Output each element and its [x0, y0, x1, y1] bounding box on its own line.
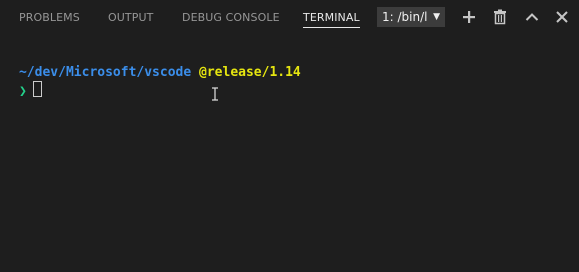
- close-panel-button[interactable]: [553, 8, 571, 26]
- chevron-down-icon: ▼: [433, 12, 440, 22]
- terminal-selector-value: 1: /bin/l: [382, 10, 428, 24]
- terminal-prompt-info-line: ~/dev/Microsoft/vscode @release/1.14: [19, 64, 301, 81]
- trash-icon: [494, 9, 506, 25]
- maximize-panel-button[interactable]: [523, 8, 541, 26]
- new-terminal-button[interactable]: [460, 8, 478, 26]
- tab-problems[interactable]: PROBLEMS: [19, 0, 80, 35]
- terminal-panel: PROBLEMS OUTPUT DEBUG CONSOLE TERMINAL 1…: [0, 0, 579, 272]
- terminal-git-branch: @release/1.14: [199, 65, 301, 80]
- kill-terminal-button[interactable]: [491, 8, 509, 26]
- tab-terminal[interactable]: TERMINAL: [303, 0, 360, 35]
- terminal-input-line[interactable]: ❯: [19, 81, 42, 99]
- tab-debug-console[interactable]: DEBUG CONSOLE: [182, 0, 280, 35]
- close-icon: [556, 11, 568, 23]
- terminal-cwd: ~/dev/Microsoft/vscode: [19, 65, 192, 80]
- text-cursor-icon: [212, 87, 218, 101]
- prompt-symbol: ❯: [19, 84, 27, 99]
- panel-tab-bar: PROBLEMS OUTPUT DEBUG CONSOLE TERMINAL 1…: [0, 0, 579, 35]
- plus-icon: [463, 11, 475, 23]
- terminal-cursor: [32, 81, 42, 97]
- terminal-output[interactable]: ~/dev/Microsoft/vscode @release/1.14 ❯: [0, 35, 579, 272]
- tab-output[interactable]: OUTPUT: [108, 0, 153, 35]
- chevron-up-icon: [525, 13, 539, 21]
- terminal-selector-dropdown[interactable]: 1: /bin/l ▼: [377, 7, 445, 27]
